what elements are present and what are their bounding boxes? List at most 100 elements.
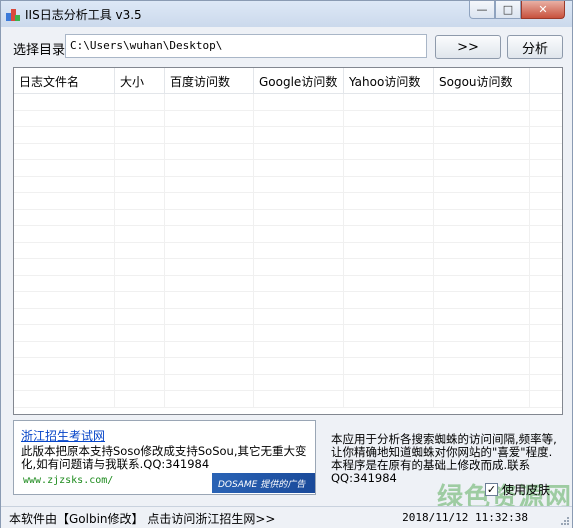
results-table[interactable]: 日志文件名 大小 百度访问数 Google访问数 Yahoo访问数 Sogou访… xyxy=(13,67,563,415)
table-row xyxy=(14,242,562,259)
table-cell xyxy=(254,110,344,126)
table-header: 日志文件名 大小 百度访问数 Google访问数 Yahoo访问数 Sogou访… xyxy=(14,68,562,94)
table-cell xyxy=(115,226,165,242)
table-cell xyxy=(254,259,344,275)
table-cell xyxy=(165,193,254,209)
table-cell xyxy=(254,292,344,308)
table-cell xyxy=(115,391,165,407)
table-cell xyxy=(115,292,165,308)
column-header-size[interactable]: 大小 xyxy=(115,68,165,94)
table-cell xyxy=(434,127,530,143)
table-cell xyxy=(434,391,530,407)
table-cell xyxy=(344,160,434,176)
table-cell xyxy=(115,325,165,341)
visit-link[interactable]: 点击访问浙江招生网>> xyxy=(147,512,275,526)
table-row xyxy=(14,275,562,292)
table-cell xyxy=(165,110,254,126)
table-cell xyxy=(165,143,254,159)
table-body xyxy=(14,94,562,408)
author-text: 本软件由【Golbin修改】 xyxy=(9,512,144,526)
table-cell xyxy=(344,127,434,143)
table-cell xyxy=(344,110,434,126)
table-cell xyxy=(14,110,115,126)
directory-input[interactable]: C:\Users\wuhan\Desktop\ xyxy=(65,34,427,58)
table-cell xyxy=(434,259,530,275)
table-cell xyxy=(115,242,165,258)
title-bar[interactable]: IIS日志分析工具 v3.5 — □ ✕ xyxy=(1,1,572,27)
table-cell xyxy=(344,176,434,192)
status-author: 本软件由【Golbin修改】 点击访问浙江招生网>> xyxy=(9,510,276,527)
analyze-button[interactable]: 分析 xyxy=(507,35,563,59)
table-cell xyxy=(254,226,344,242)
table-cell xyxy=(434,292,530,308)
column-header-sogou[interactable]: Sogou访问数 xyxy=(434,68,530,94)
directory-label: 选择目录 xyxy=(13,43,66,58)
status-bar: 本软件由【Golbin修改】 点击访问浙江招生网>> 2018/11/12 11… xyxy=(1,506,572,528)
table-cell xyxy=(165,259,254,275)
status-datetime: 2018/11/12 11:32:38 xyxy=(402,511,528,524)
table-cell xyxy=(115,94,165,110)
ad-link[interactable]: 浙江招生考试网 xyxy=(21,427,105,444)
table-row xyxy=(14,160,562,177)
table-cell xyxy=(344,226,434,242)
table-cell xyxy=(254,242,344,258)
column-header-google[interactable]: Google访问数 xyxy=(254,68,344,94)
table-row xyxy=(14,358,562,375)
window-title: IIS日志分析工具 v3.5 xyxy=(25,8,142,22)
table-cell xyxy=(254,176,344,192)
table-row xyxy=(14,94,562,111)
table-cell xyxy=(165,94,254,110)
minimize-icon: — xyxy=(476,3,488,16)
use-skin-checkbox[interactable]: ✓ 使用皮肤 xyxy=(485,481,550,498)
table-cell xyxy=(254,193,344,209)
table-cell xyxy=(434,242,530,258)
table-cell xyxy=(165,308,254,324)
table-cell xyxy=(254,209,344,225)
table-row xyxy=(14,391,562,408)
table-cell xyxy=(434,358,530,374)
table-row xyxy=(14,193,562,210)
column-header-baidu[interactable]: 百度访问数 xyxy=(165,68,254,94)
close-icon: ✕ xyxy=(538,3,548,16)
table-cell xyxy=(165,176,254,192)
table-cell xyxy=(344,391,434,407)
ad-panel: 浙江招生考试网 此版本把原本支持Soso修改成支持SoSou,其它无重大变化,如… xyxy=(13,420,316,495)
table-cell xyxy=(165,358,254,374)
table-cell xyxy=(434,341,530,357)
table-cell xyxy=(115,308,165,324)
table-row xyxy=(14,341,562,358)
table-cell xyxy=(254,160,344,176)
table-cell xyxy=(254,127,344,143)
table-cell xyxy=(14,209,115,225)
table-cell xyxy=(115,176,165,192)
column-header-yahoo[interactable]: Yahoo访问数 xyxy=(344,68,434,94)
column-header-filename[interactable]: 日志文件名 xyxy=(14,68,115,94)
browse-button[interactable]: >> xyxy=(435,35,501,59)
table-cell xyxy=(254,308,344,324)
table-cell xyxy=(434,325,530,341)
table-cell xyxy=(434,275,530,291)
table-cell xyxy=(165,292,254,308)
ad-banner[interactable]: DOSAME 提供的广告 xyxy=(212,473,315,493)
table-cell xyxy=(115,110,165,126)
table-cell xyxy=(14,226,115,242)
table-row xyxy=(14,209,562,226)
table-cell xyxy=(14,176,115,192)
close-button[interactable]: ✕ xyxy=(521,1,565,19)
table-cell xyxy=(434,110,530,126)
table-cell xyxy=(115,143,165,159)
maximize-button[interactable]: □ xyxy=(495,1,521,19)
table-cell xyxy=(165,275,254,291)
table-cell xyxy=(115,275,165,291)
table-cell xyxy=(344,341,434,357)
table-cell xyxy=(254,275,344,291)
table-cell xyxy=(14,143,115,159)
minimize-button[interactable]: — xyxy=(469,1,495,19)
resize-grip-icon[interactable] xyxy=(558,514,570,526)
table-cell xyxy=(115,127,165,143)
table-cell xyxy=(344,259,434,275)
table-cell xyxy=(14,292,115,308)
table-cell xyxy=(434,143,530,159)
table-cell xyxy=(14,259,115,275)
ad-url[interactable]: www.zjzsks.com/ xyxy=(23,475,113,486)
